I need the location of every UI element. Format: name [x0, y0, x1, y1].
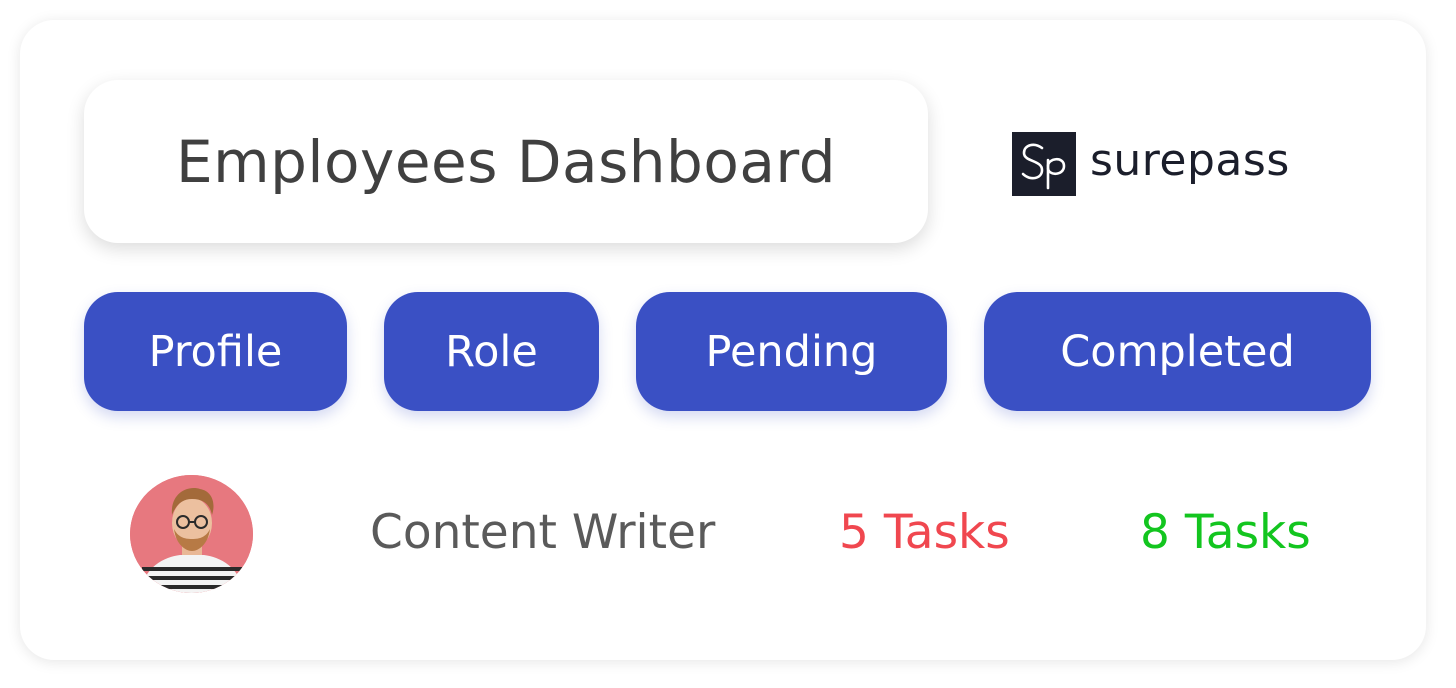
brand-mark-icon [1012, 132, 1076, 196]
completed-tasks: 8 Tasks [1140, 505, 1311, 560]
employee-role: Content Writer [370, 505, 716, 560]
pending-tasks: 5 Tasks [839, 505, 1010, 560]
title-box: Employees Dashboard [84, 80, 928, 243]
tab-completed[interactable]: Completed [984, 292, 1371, 411]
page-title: Employees Dashboard [175, 127, 837, 196]
tab-role-label: Role [445, 326, 538, 377]
tab-pending[interactable]: Pending [636, 292, 947, 411]
tab-role[interactable]: Role [384, 292, 599, 411]
brand-logo: surepass [1012, 132, 1290, 196]
tab-pending-label: Pending [705, 326, 878, 377]
brand-name: surepass [1090, 135, 1290, 186]
tab-profile[interactable]: Profile [84, 292, 347, 411]
avatar-photo-icon [130, 475, 253, 593]
avatar[interactable] [130, 475, 253, 593]
tab-completed-label: Completed [1060, 326, 1295, 377]
tab-profile-label: Profile [148, 326, 283, 377]
